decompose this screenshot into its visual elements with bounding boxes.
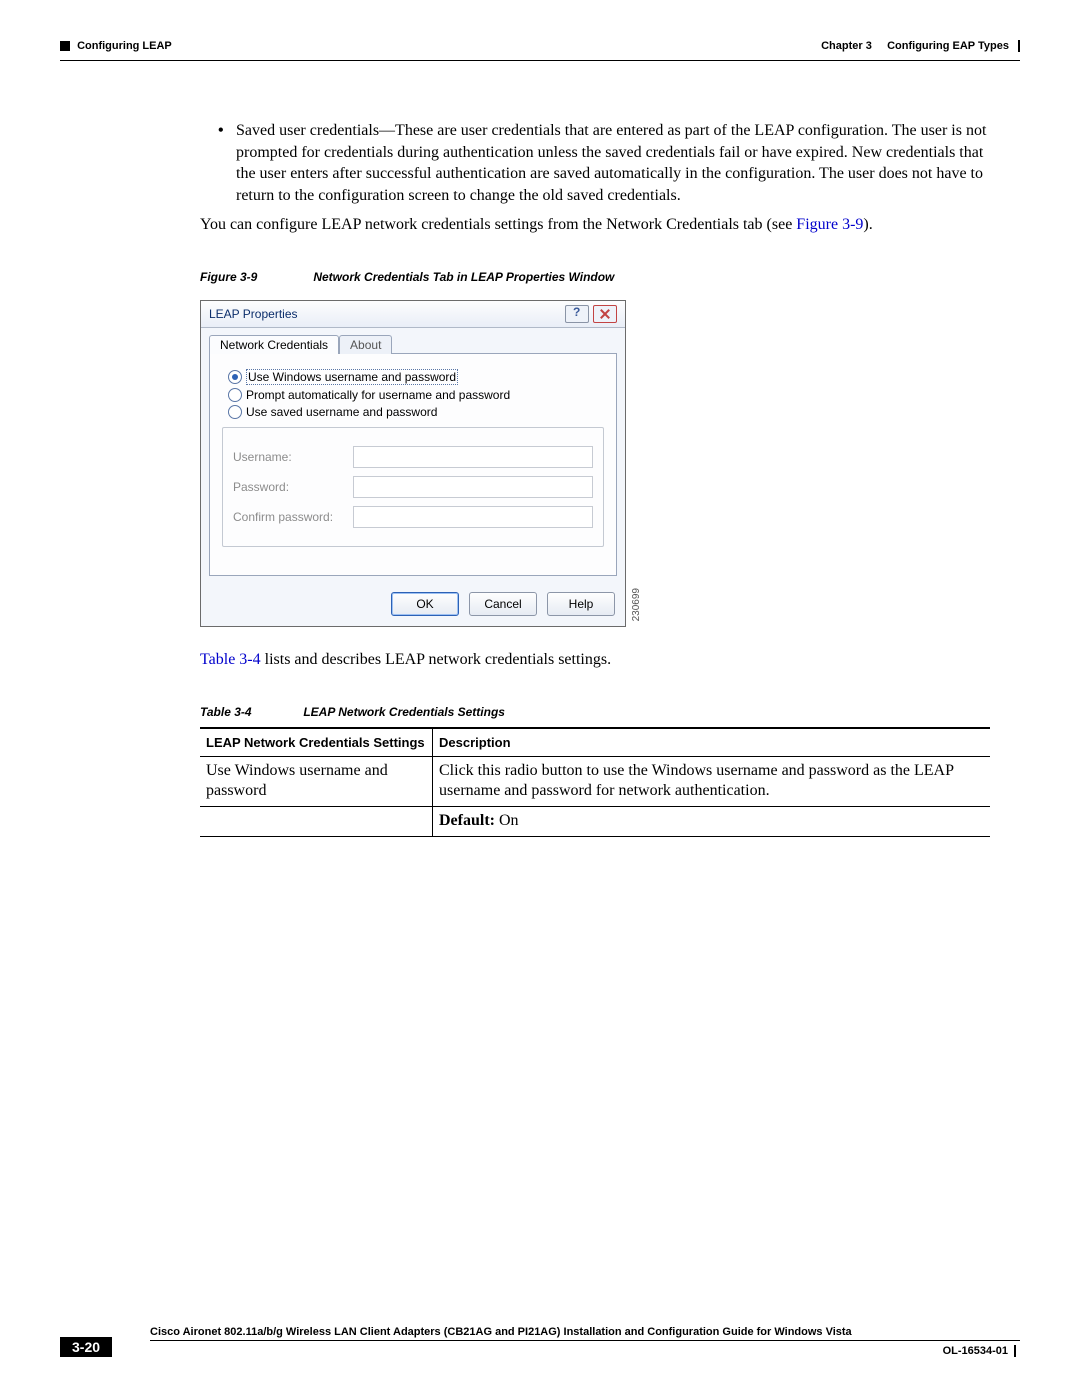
radio-use-windows[interactable]: Use Windows username and password bbox=[228, 369, 604, 385]
figure-number: Figure 3-9 bbox=[200, 270, 310, 284]
username-input[interactable] bbox=[353, 446, 593, 468]
radio-label: Use Windows username and password bbox=[246, 369, 458, 385]
para1-pre: You can configure LEAP network credentia… bbox=[200, 216, 796, 233]
figure-title: Network Credentials Tab in LEAP Properti… bbox=[313, 270, 614, 284]
header-chapter-title: Configuring EAP Types bbox=[887, 40, 1009, 52]
table-cell-setting: Use Windows username and password bbox=[200, 756, 433, 807]
bullet-dot-icon: • bbox=[218, 120, 236, 206]
header-bar-icon bbox=[1018, 40, 1020, 52]
table-caption: Table 3-4 LEAP Network Credentials Setti… bbox=[200, 705, 990, 719]
dialog-title: LEAP Properties bbox=[209, 307, 298, 321]
table-cell-default: Default: On bbox=[433, 807, 991, 837]
table-cell-description: Click this radio button to use the Windo… bbox=[433, 756, 991, 807]
dialog-button-bar: OK Cancel Help bbox=[201, 582, 625, 626]
username-label: Username: bbox=[233, 450, 343, 464]
radio-icon bbox=[228, 388, 242, 402]
para1-post: ). bbox=[863, 216, 872, 233]
ok-button[interactable]: OK bbox=[391, 592, 459, 616]
radio-saved[interactable]: Use saved username and password bbox=[228, 405, 604, 419]
header-section-right: Chapter 3 Configuring EAP Types bbox=[821, 40, 1020, 52]
credentials-fieldset: Username: Password: Confirm password: bbox=[222, 427, 604, 547]
password-input[interactable] bbox=[353, 476, 593, 498]
footer-doc-title: Cisco Aironet 802.11a/b/g Wireless LAN C… bbox=[150, 1326, 1020, 1341]
confirm-row: Confirm password: bbox=[233, 506, 593, 528]
figure-ref-link[interactable]: Figure 3-9 bbox=[796, 216, 863, 233]
dialog-titlebar: LEAP Properties bbox=[201, 301, 625, 328]
page-number: 3-20 bbox=[60, 1337, 112, 1357]
table-header-description: Description bbox=[433, 728, 991, 757]
radio-label: Use saved username and password bbox=[246, 405, 437, 419]
figure-caption: Figure 3-9 Network Credentials Tab in LE… bbox=[200, 270, 990, 284]
header-section-name: Configuring LEAP bbox=[77, 40, 172, 52]
tab-strip: Network Credentials About bbox=[201, 328, 625, 353]
tab-about[interactable]: About bbox=[339, 335, 392, 354]
table-number: Table 3-4 bbox=[200, 705, 300, 719]
password-label: Password: bbox=[233, 480, 343, 494]
table-row: Default: On bbox=[200, 807, 990, 837]
tab-network-credentials[interactable]: Network Credentials bbox=[209, 335, 339, 354]
header-square-icon bbox=[60, 41, 70, 51]
tab-panel: Use Windows username and password Prompt… bbox=[209, 353, 617, 576]
radio-icon bbox=[228, 370, 242, 384]
window-buttons bbox=[565, 305, 617, 323]
bullet-text: Saved user credentials—These are user cr… bbox=[236, 120, 990, 206]
footer-bar-icon bbox=[1014, 1345, 1016, 1357]
header-chapter: Chapter 3 bbox=[821, 40, 872, 52]
table-cell-empty bbox=[200, 807, 433, 837]
settings-table: LEAP Network Credentials Settings Descri… bbox=[200, 727, 990, 837]
radio-prompt[interactable]: Prompt automatically for username and pa… bbox=[228, 388, 604, 402]
table-header-row: LEAP Network Credentials Settings Descri… bbox=[200, 728, 990, 757]
close-icon[interactable] bbox=[593, 305, 617, 323]
table-row: Use Windows username and password Click … bbox=[200, 756, 990, 807]
password-row: Password: bbox=[233, 476, 593, 498]
table-header-settings: LEAP Network Credentials Settings bbox=[200, 728, 433, 757]
radio-group: Use Windows username and password Prompt… bbox=[228, 369, 604, 419]
username-row: Username: bbox=[233, 446, 593, 468]
paragraph-intro: You can configure LEAP network credentia… bbox=[200, 214, 990, 236]
page-content: • Saved user credentials—These are user … bbox=[200, 120, 990, 837]
table-ref-link[interactable]: Table 3-4 bbox=[200, 651, 261, 668]
confirm-label: Confirm password: bbox=[233, 510, 343, 524]
table-intro-rest: lists and describes LEAP network credent… bbox=[261, 651, 611, 668]
radio-label: Prompt automatically for username and pa… bbox=[246, 388, 510, 402]
header-section-left: Configuring LEAP bbox=[60, 40, 172, 52]
help-icon[interactable] bbox=[565, 305, 589, 323]
leap-properties-dialog: LEAP Properties Network Credentials Abou… bbox=[200, 300, 626, 627]
confirm-password-input[interactable] bbox=[353, 506, 593, 528]
radio-icon bbox=[228, 405, 242, 419]
table-intro-paragraph: Table 3-4 lists and describes LEAP netwo… bbox=[200, 649, 990, 671]
table-title: LEAP Network Credentials Settings bbox=[303, 705, 505, 719]
bullet-item: • Saved user credentials—These are user … bbox=[218, 120, 990, 206]
page-header: Configuring LEAP Chapter 3 Configuring E… bbox=[60, 40, 1020, 61]
cancel-button[interactable]: Cancel bbox=[469, 592, 537, 616]
footer-doc-id: OL-16534-01 bbox=[943, 1345, 1016, 1357]
help-button[interactable]: Help bbox=[547, 592, 615, 616]
image-id-label: 230699 bbox=[631, 588, 642, 621]
